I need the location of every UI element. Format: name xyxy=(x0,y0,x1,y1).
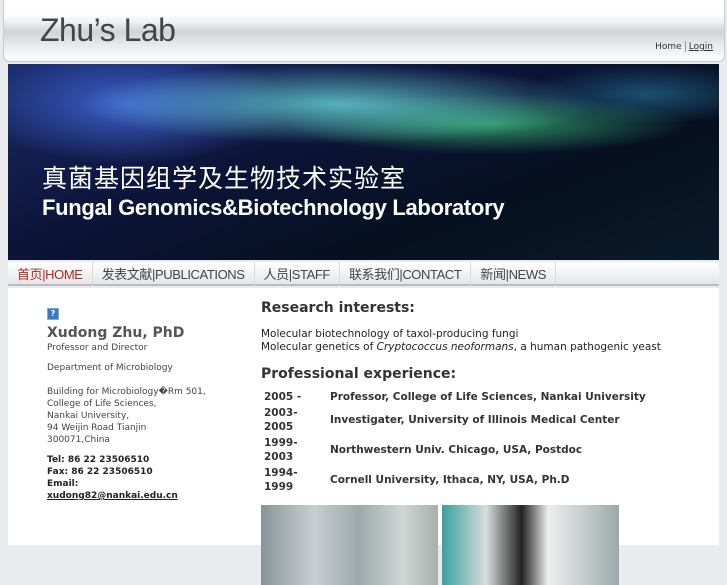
position: Investigater, University of Illinois Med… xyxy=(330,414,620,426)
main-column: Research interests: Molecular biotechnol… xyxy=(261,300,711,585)
profile-fax: Fax: 86 22 23506510 xyxy=(47,467,153,477)
years: 1999-2003 xyxy=(264,437,298,463)
banner-title-en: Fungal Genomics&Biotechnology Laboratory xyxy=(42,195,505,220)
profile-address: Building for Microbiology�Rm 501, Colleg… xyxy=(47,386,247,446)
research-heading: Research interests: xyxy=(261,300,415,316)
address-line: 300071,China xyxy=(47,435,110,445)
email-link[interactable]: xudong82@nankai.edu.cn xyxy=(47,491,178,501)
experience-heading: Professional experience: xyxy=(261,366,457,382)
position: Northwestern Univ. Chicago, USA, Postdoc xyxy=(330,444,583,456)
nav-contact[interactable]: 联系我们|CONTACT xyxy=(340,262,472,286)
top-links: Home Login xyxy=(652,41,716,52)
experience-table: 2005 - Professor, College of Life Science… xyxy=(261,389,649,495)
profile-name: Xudong Zhu, PhD xyxy=(47,325,185,341)
nav-publications[interactable]: 发表文献|PUBLICATIONS xyxy=(93,262,255,286)
lab-people-photo xyxy=(442,505,619,585)
table-row: 1994-1999 Cornell University, Ithaca, NY,… xyxy=(261,465,649,495)
email-label: Email: xyxy=(47,479,79,489)
login-link[interactable]: Login xyxy=(686,42,716,52)
nav-news[interactable]: 新闻|NEWS xyxy=(471,262,556,286)
table-row: 2003-2005 Investigater, University of Ill… xyxy=(261,405,649,435)
fermenter-photo xyxy=(261,505,438,585)
banner-image: 真菌基因组学及生物技术实验室 Fungal Genomics&Biotechno… xyxy=(8,64,719,260)
site-logo[interactable]: Zhu’s Lab xyxy=(40,12,176,49)
address-line: Building for Microbiology�Rm 501, xyxy=(47,387,206,397)
position: Cornell University, Ithaca, NY, USA, Ph.… xyxy=(330,474,570,486)
table-row: 2005 - Professor, College of Life Science… xyxy=(261,389,649,405)
home-link[interactable]: Home xyxy=(652,42,685,52)
main-content: ? Xudong Zhu, PhD Professor and Director… xyxy=(8,288,719,585)
species-name: Cryptococcus neoformans xyxy=(376,341,514,353)
position: Professor, College of Life Sciences, Nan… xyxy=(330,391,646,403)
main-nav: 首页|HOME 发表文献|PUBLICATIONS 人员|STAFF 联系我们|… xyxy=(8,262,719,286)
years: 1994-1999 xyxy=(264,467,298,493)
broken-image-icon: ? xyxy=(47,308,59,320)
research-text: Molecular genetics of xyxy=(261,341,377,353)
profile-tel: Tel: 86 22 23506510 xyxy=(47,455,150,465)
years: 2005 - xyxy=(264,391,302,403)
profile-sidebar: ? Xudong Zhu, PhD Professor and Director… xyxy=(47,308,247,502)
profile-department: Department of Microbiology xyxy=(47,363,173,373)
address-line: Nankai University, xyxy=(47,411,130,421)
research-line: Molecular biotechnology of taxol-produci… xyxy=(261,328,519,340)
address-line: College of Life Sciences, xyxy=(47,399,157,409)
table-row: 1999-2003 Northwestern Univ. Chicago, USA… xyxy=(261,435,649,465)
profile-title: Professor and Director xyxy=(47,343,148,353)
research-line: Molecular genetics of Cryptococcus neofo… xyxy=(261,341,711,354)
nav-staff[interactable]: 人员|STAFF xyxy=(255,262,340,286)
address-line: 94 Weijin Road Tianjin xyxy=(47,423,147,433)
lab-photos xyxy=(261,505,711,585)
site-header: Zhu’s Lab Home Login xyxy=(3,0,725,62)
banner-title-cn: 真菌基因组学及生物技术实验室 xyxy=(42,164,407,193)
research-text: , a human pathogenic yeast xyxy=(513,341,661,353)
nav-home[interactable]: 首页|HOME xyxy=(8,262,93,286)
years: 2003-2005 xyxy=(264,407,298,433)
